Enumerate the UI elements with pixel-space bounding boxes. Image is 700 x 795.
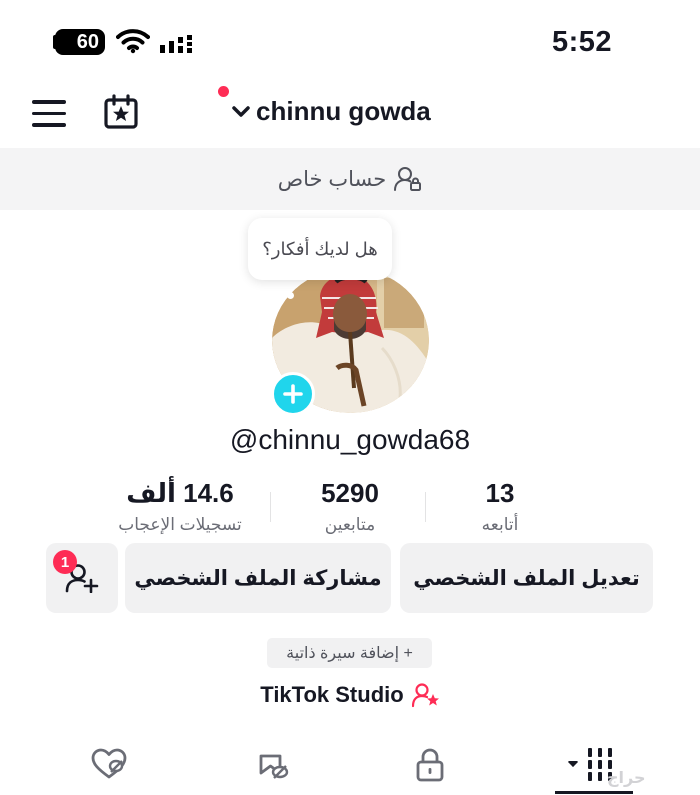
signal-icon — [160, 35, 192, 53]
private-account-label: حساب خاص — [277, 167, 387, 191]
profile-stats: 14.6 ألف تسجيلات الإعجاب 5290 متابعين 13… — [100, 478, 620, 538]
notification-badge: 1 — [53, 550, 77, 574]
plus-icon — [283, 384, 303, 404]
edit-profile-button[interactable]: تعديل الملف الشخصي — [400, 543, 653, 613]
followers-count: 5290 — [321, 478, 379, 508]
menu-icon[interactable] — [32, 100, 66, 128]
likes-count: 14.6 ألف — [126, 478, 234, 508]
favorites-tab-icon[interactable] — [256, 748, 290, 782]
following-label: أتابعه — [481, 515, 519, 534]
status-bar: 60 5:52 — [0, 0, 700, 82]
watermark: حراج — [607, 770, 646, 787]
account-switcher[interactable]: chinnu gowda — [230, 96, 431, 127]
profile-tabbar — [0, 738, 700, 795]
chevron-down-icon — [232, 105, 250, 117]
ideas-bubble[interactable]: هل لديك أفكار؟ — [248, 218, 392, 280]
add-bio-button[interactable]: + إضافة سيرة ذاتية — [267, 638, 432, 668]
notification-dot — [218, 86, 229, 97]
share-profile-button[interactable]: مشاركة الملف الشخصي — [125, 543, 391, 613]
studio-label: TikTok Studio — [260, 682, 404, 707]
tiktok-studio-link[interactable]: TikTok Studio — [0, 682, 700, 708]
likes-label: تسجيلات الإعجاب — [118, 515, 242, 534]
followers-stat[interactable]: 5290 متابعين — [270, 478, 430, 535]
liked-videos-tab-icon[interactable] — [90, 748, 128, 780]
bubble-dot — [287, 292, 294, 299]
clock: 5:52 — [551, 26, 612, 58]
wifi-icon — [116, 29, 150, 54]
battery-indicator: 60 — [55, 29, 105, 55]
following-count: 13 — [485, 478, 515, 508]
profile-handle: @chinnu_gowda68 — [229, 424, 471, 455]
profile-header: chinnu gowda — [0, 82, 700, 148]
creator-star-icon — [411, 683, 439, 708]
username: chinnu gowda — [256, 96, 431, 126]
following-stat[interactable]: 13 أتابعه — [420, 478, 580, 535]
add-avatar-button[interactable] — [271, 372, 315, 416]
private-user-icon — [394, 167, 422, 191]
followers-label: متابعين — [324, 515, 376, 534]
likes-stat[interactable]: 14.6 ألف تسجيلات الإعجاب — [100, 478, 260, 535]
active-tab-indicator — [555, 791, 633, 794]
lock-tab-icon[interactable] — [415, 748, 445, 782]
private-account-banner: حساب خاص — [0, 148, 700, 210]
calendar-star-icon[interactable] — [103, 94, 139, 130]
